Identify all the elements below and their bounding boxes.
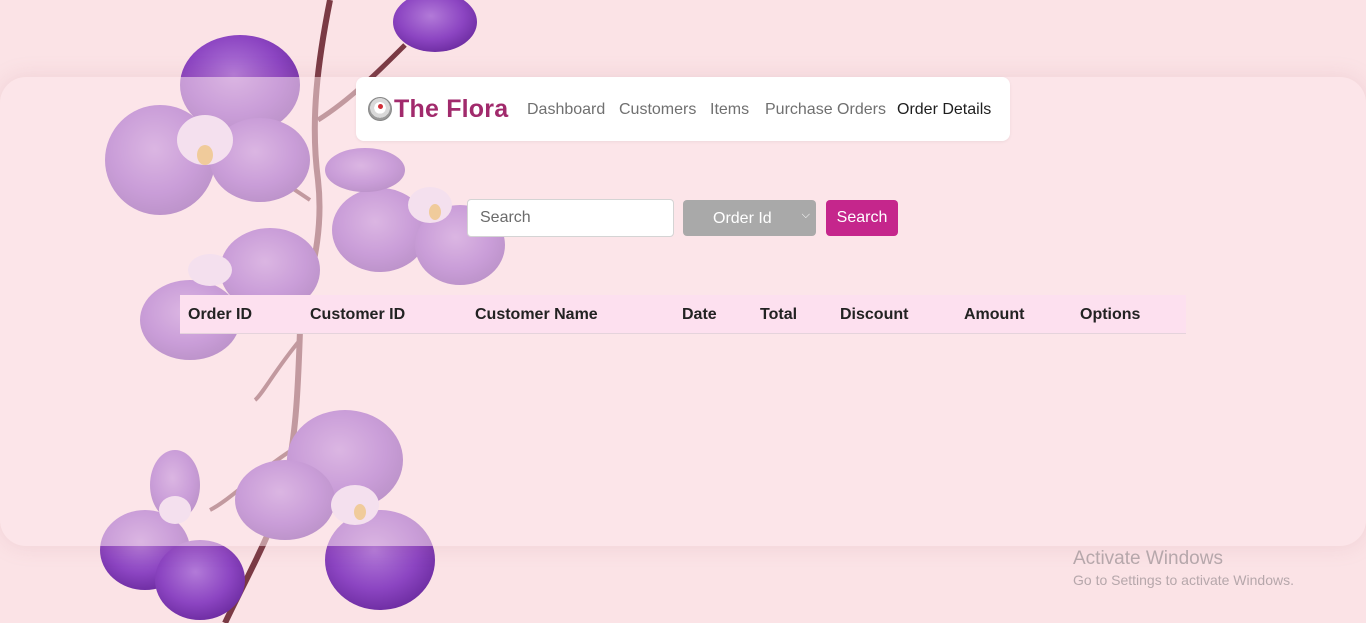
search-input[interactable]	[467, 199, 674, 237]
column-header-discount[interactable]: Discount	[840, 306, 908, 324]
top-navbar: The Flora Dashboard Customers Items Purc…	[356, 77, 1010, 141]
nav-link-order-details[interactable]: Order Details	[897, 101, 991, 119]
brand-name: The Flora	[394, 94, 509, 123]
nav-link-customers[interactable]: Customers	[619, 101, 696, 119]
column-header-total[interactable]: Total	[760, 306, 797, 324]
windows-activation-watermark: Activate Windows Go to Settings to activ…	[1073, 548, 1294, 588]
nav-link-items[interactable]: Items	[710, 101, 749, 119]
search-button[interactable]: Search	[826, 200, 898, 236]
search-filter-select[interactable]: Order Id ⌵	[683, 200, 816, 236]
nav-link-purchase-orders[interactable]: Purchase Orders	[765, 101, 886, 119]
nav-link-dashboard[interactable]: Dashboard	[527, 101, 605, 119]
brand[interactable]: The Flora	[368, 92, 508, 126]
watermark-title: Activate Windows	[1073, 548, 1223, 569]
column-header-customer-name[interactable]: Customer Name	[475, 306, 598, 324]
column-header-amount[interactable]: Amount	[964, 306, 1024, 324]
column-header-order-id[interactable]: Order ID	[188, 306, 252, 324]
orders-table-header: Order ID Customer ID Customer Name Date …	[180, 295, 1186, 334]
chevron-down-icon: ⌵	[801, 209, 810, 221]
column-header-customer-id[interactable]: Customer ID	[310, 306, 405, 324]
column-header-date[interactable]: Date	[682, 306, 717, 324]
column-header-options[interactable]: Options	[1080, 306, 1140, 324]
watermark-subtitle: Go to Settings to activate Windows.	[1073, 572, 1294, 588]
search-filter-value: Order Id	[713, 210, 772, 227]
flower-logo-icon	[368, 97, 392, 121]
